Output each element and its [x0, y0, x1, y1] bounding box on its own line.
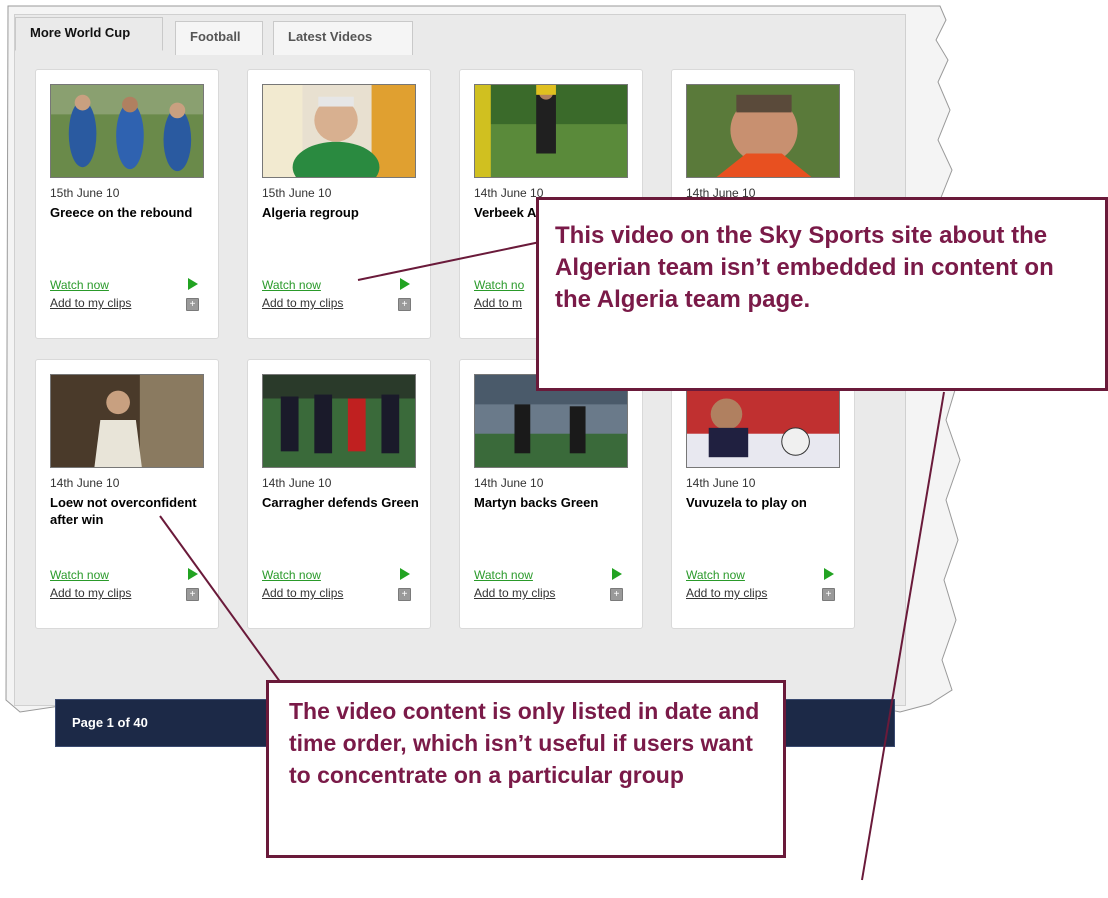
annotated-screenshot: More World Cup Football Latest Videos 15… — [0, 0, 1108, 898]
annotation-callout-ordering: The video content is only listed in date… — [266, 680, 786, 858]
annotation-callout-embedding: This video on the Sky Sports site about … — [536, 197, 1108, 391]
